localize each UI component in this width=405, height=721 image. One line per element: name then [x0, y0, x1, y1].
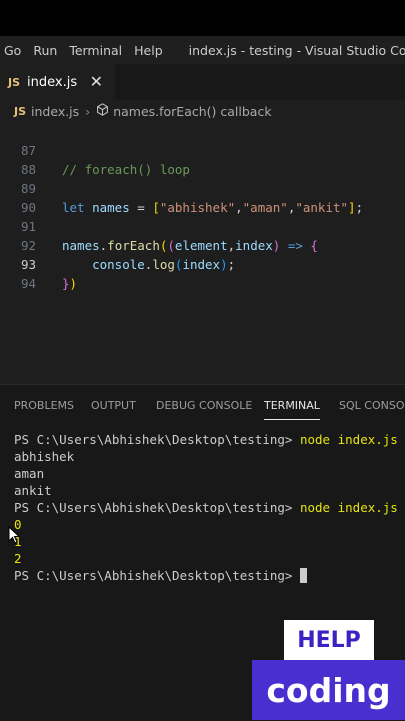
code-comma: , — [227, 238, 236, 253]
mouse-pointer-icon — [8, 525, 21, 548]
code-paren: ) — [220, 257, 228, 272]
code-string: "ankit" — [295, 200, 349, 215]
breadcrumb-symbol[interactable]: names.forEach() callback — [113, 104, 271, 119]
terminal-line: PS C:\Users\Abhishek\Desktop\testing> no… — [14, 431, 405, 448]
menu-run[interactable]: Run — [29, 43, 65, 58]
window-title: index.js - testing - Visual Studio Code — [188, 42, 405, 58]
code-line: 94 — [0, 255, 36, 291]
code-variable: console — [92, 257, 145, 272]
code-comment: // foreach() loop — [62, 162, 190, 177]
black-top-bar — [0, 0, 405, 36]
js-file-icon: JS — [8, 75, 21, 89]
code-line: 93 }) — [0, 236, 77, 291]
code-line: 90 — [0, 179, 36, 215]
menu-go[interactable]: Go — [0, 43, 29, 58]
code-param: index — [235, 238, 273, 253]
code-arrow: => — [280, 238, 311, 253]
terminal-line: abhishek — [14, 449, 75, 464]
chevron-right-icon: › — [85, 103, 91, 119]
terminal-output[interactable]: PS C:\Users\Abhishek\Desktop\testing> no… — [14, 431, 405, 584]
js-file-icon: JS — [14, 104, 27, 118]
menu-bar: Go Run Terminal Help index.js - testing … — [0, 36, 405, 64]
code-variable: names — [62, 238, 100, 253]
code-semicolon: ; — [355, 200, 364, 215]
terminal-line: PS C:\Users\Abhishek\Desktop\testing> — [14, 567, 405, 584]
terminal-line: ankit — [14, 483, 52, 498]
code-operator: = — [129, 200, 153, 215]
code-bracket: ] — [348, 200, 356, 215]
watermark-help: HELP — [284, 620, 374, 660]
code-paren: ) — [69, 276, 78, 291]
terminal-prompt: PS C:\Users\Abhishek\Desktop\testing> — [14, 568, 300, 583]
code-param: element — [174, 238, 228, 253]
terminal-line: 0 — [14, 517, 22, 532]
menu-help[interactable]: Help — [130, 43, 171, 58]
code-string: "abhishek" — [159, 200, 236, 215]
terminal-command: node index.js — [299, 432, 398, 447]
code-brace: } — [62, 276, 70, 291]
code-line: 91 names.forEach((element,index) => { — [0, 198, 318, 253]
tab-output[interactable]: OUTPUT — [91, 399, 136, 412]
code-brace: { — [310, 238, 318, 253]
terminal-prompt: PS C:\Users\Abhishek\Desktop\testing> — [14, 500, 300, 515]
tab-debug-console[interactable]: DEBUG CONSOLE — [156, 399, 252, 412]
breadcrumb-file[interactable]: index.js — [31, 104, 79, 119]
code-semicolon: ; — [227, 257, 236, 272]
editor-tab-bar: JS index.js ✕ — [0, 64, 405, 100]
code-variable: index — [182, 257, 221, 272]
menu-terminal[interactable]: Terminal — [65, 43, 130, 58]
terminal-command: node index.js — [299, 500, 398, 515]
code-comma: , — [235, 200, 243, 215]
terminal-prompt: PS C:\Users\Abhishek\Desktop\testing> — [14, 432, 300, 447]
terminal-line: aman — [14, 466, 45, 481]
code-line: 88 — [0, 141, 36, 177]
terminal-line: 1 — [14, 534, 22, 549]
code-bracket: [ — [152, 200, 160, 215]
tab-label: index.js — [27, 74, 78, 90]
line-number: 94 — [20, 276, 36, 291]
tab-problems[interactable]: PROBLEMS — [14, 399, 74, 412]
tab-sql-console[interactable]: SQL CONSOLE — [339, 399, 405, 412]
terminal-line: PS C:\Users\Abhishek\Desktop\testing> no… — [14, 499, 405, 516]
code-function: forEach — [107, 238, 160, 253]
code-line: 92 console.log(index); — [0, 217, 235, 272]
code-variable: names — [92, 200, 130, 215]
method-cube-icon — [96, 103, 109, 119]
breadcrumb: JS index.js › names.forEach() callback — [0, 100, 405, 122]
terminal-line: 2 — [14, 551, 22, 566]
terminal-cursor — [299, 568, 307, 583]
close-icon[interactable]: ✕ — [90, 72, 103, 91]
panel-tabs: PROBLEMS OUTPUT DEBUG CONSOLE TERMINAL S… — [0, 385, 405, 427]
tab-terminal[interactable]: TERMINAL — [264, 399, 320, 420]
tab-index-js[interactable]: JS index.js ✕ — [0, 64, 115, 100]
code-line: 89 let names = ["abhishek","aman","ankit… — [0, 160, 363, 215]
code-function: log — [152, 257, 175, 272]
code-paren: ( — [167, 238, 175, 253]
code-string: "aman" — [242, 200, 288, 215]
watermark-coding: coding — [252, 660, 405, 720]
code-editor[interactable]: 87 // foreach() loop 88 89 let names = [… — [0, 122, 405, 384]
code-line: 87 // foreach() loop — [0, 122, 190, 177]
code-keyword: let — [62, 200, 85, 215]
